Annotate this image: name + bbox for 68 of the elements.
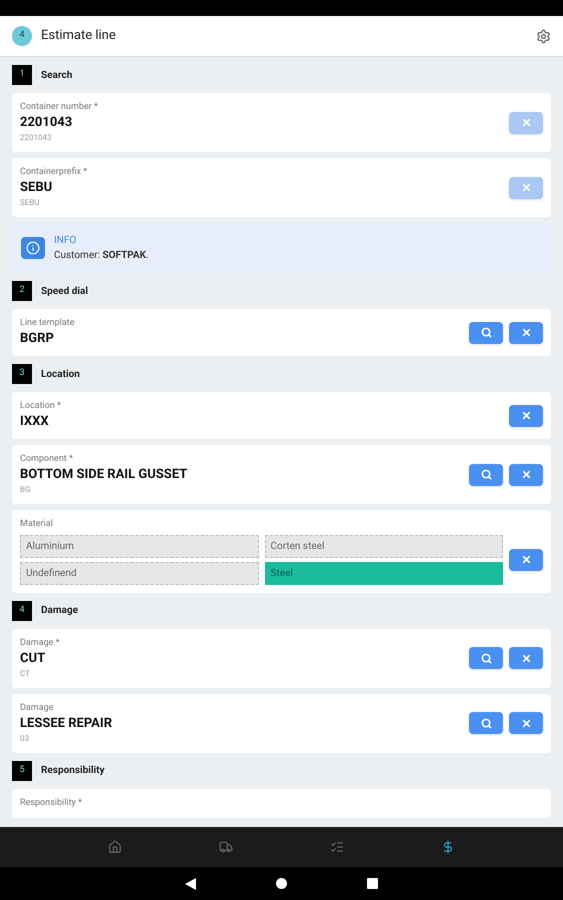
field-code: 2201043 bbox=[20, 132, 52, 144]
close-icon bbox=[520, 182, 532, 193]
clear-button[interactable] bbox=[509, 712, 543, 734]
step-badge: 4 bbox=[12, 26, 32, 46]
field-label: Container number * bbox=[20, 101, 99, 114]
search-button[interactable] bbox=[469, 322, 503, 344]
material-option[interactable]: Aluminium bbox=[20, 534, 258, 558]
section-title: Location bbox=[41, 368, 80, 382]
field-value: 2201043 bbox=[20, 114, 74, 132]
search-icon bbox=[480, 718, 492, 728]
section-title: Speed dial bbox=[41, 284, 88, 298]
info-title: INFO bbox=[54, 234, 78, 248]
search-button[interactable] bbox=[469, 712, 503, 734]
close-icon bbox=[520, 410, 532, 421]
section-number: 3 bbox=[12, 364, 32, 384]
info-text: Customer: SOFTPAK. bbox=[54, 249, 149, 263]
material-option[interactable]: Undefinend bbox=[20, 562, 258, 584]
field-value: IXXX bbox=[20, 413, 50, 431]
field-label: Component * bbox=[20, 453, 74, 466]
close-icon bbox=[520, 469, 532, 480]
close-icon bbox=[520, 718, 532, 728]
field-code: CT bbox=[20, 668, 31, 680]
home-icon[interactable] bbox=[108, 840, 122, 854]
field-label: Line template bbox=[20, 317, 76, 330]
search-icon bbox=[480, 652, 492, 664]
section-title: Search bbox=[41, 68, 72, 82]
close-icon bbox=[520, 652, 532, 664]
clear-button[interactable] bbox=[509, 404, 543, 426]
truck-icon[interactable] bbox=[219, 840, 234, 854]
section-title: Responsibility bbox=[41, 764, 105, 778]
field-label: Damage * bbox=[20, 636, 61, 650]
field-label: Material bbox=[20, 518, 54, 531]
close-icon bbox=[520, 117, 532, 128]
field-value: LESSEE REPAIR bbox=[20, 714, 114, 732]
clear-button[interactable] bbox=[509, 322, 543, 344]
field-code: 03 bbox=[20, 732, 30, 744]
field-label: Responsibility * bbox=[20, 796, 83, 810]
search-button[interactable] bbox=[469, 464, 503, 486]
close-icon bbox=[520, 327, 532, 338]
clear-button[interactable] bbox=[509, 548, 543, 570]
settings-icon[interactable] bbox=[536, 28, 551, 44]
clear-button[interactable] bbox=[509, 647, 543, 669]
section-number: 1 bbox=[12, 65, 32, 85]
home-button-icon[interactable] bbox=[276, 878, 287, 889]
field-label: Containerprefix * bbox=[20, 166, 88, 179]
page-title: Estimate line bbox=[41, 27, 117, 46]
field-value: CUT bbox=[20, 650, 46, 668]
field-code: BG bbox=[20, 484, 32, 496]
field-label: Damage bbox=[20, 702, 54, 714]
search-button[interactable] bbox=[469, 647, 503, 669]
search-icon bbox=[480, 469, 492, 480]
section-title: Damage bbox=[41, 604, 78, 618]
material-option[interactable]: Steel bbox=[264, 562, 503, 584]
section-number: 5 bbox=[12, 760, 32, 780]
back-icon[interactable] bbox=[185, 878, 196, 890]
search-icon bbox=[480, 327, 492, 338]
checklist-icon[interactable] bbox=[330, 840, 344, 854]
section-number: 2 bbox=[12, 281, 32, 301]
field-value: BOTTOM SIDE RAIL GUSSET bbox=[20, 466, 188, 484]
section-number: 4 bbox=[12, 600, 32, 620]
field-code: SEBU bbox=[20, 197, 40, 209]
close-icon bbox=[520, 554, 532, 565]
info-icon bbox=[21, 237, 45, 259]
field-value: SEBU bbox=[20, 179, 54, 197]
field-value: BGRP bbox=[20, 330, 55, 348]
field-label: Location * bbox=[20, 400, 62, 413]
clear-button[interactable] bbox=[509, 464, 543, 486]
material-option[interactable]: Corten steel bbox=[264, 534, 503, 558]
